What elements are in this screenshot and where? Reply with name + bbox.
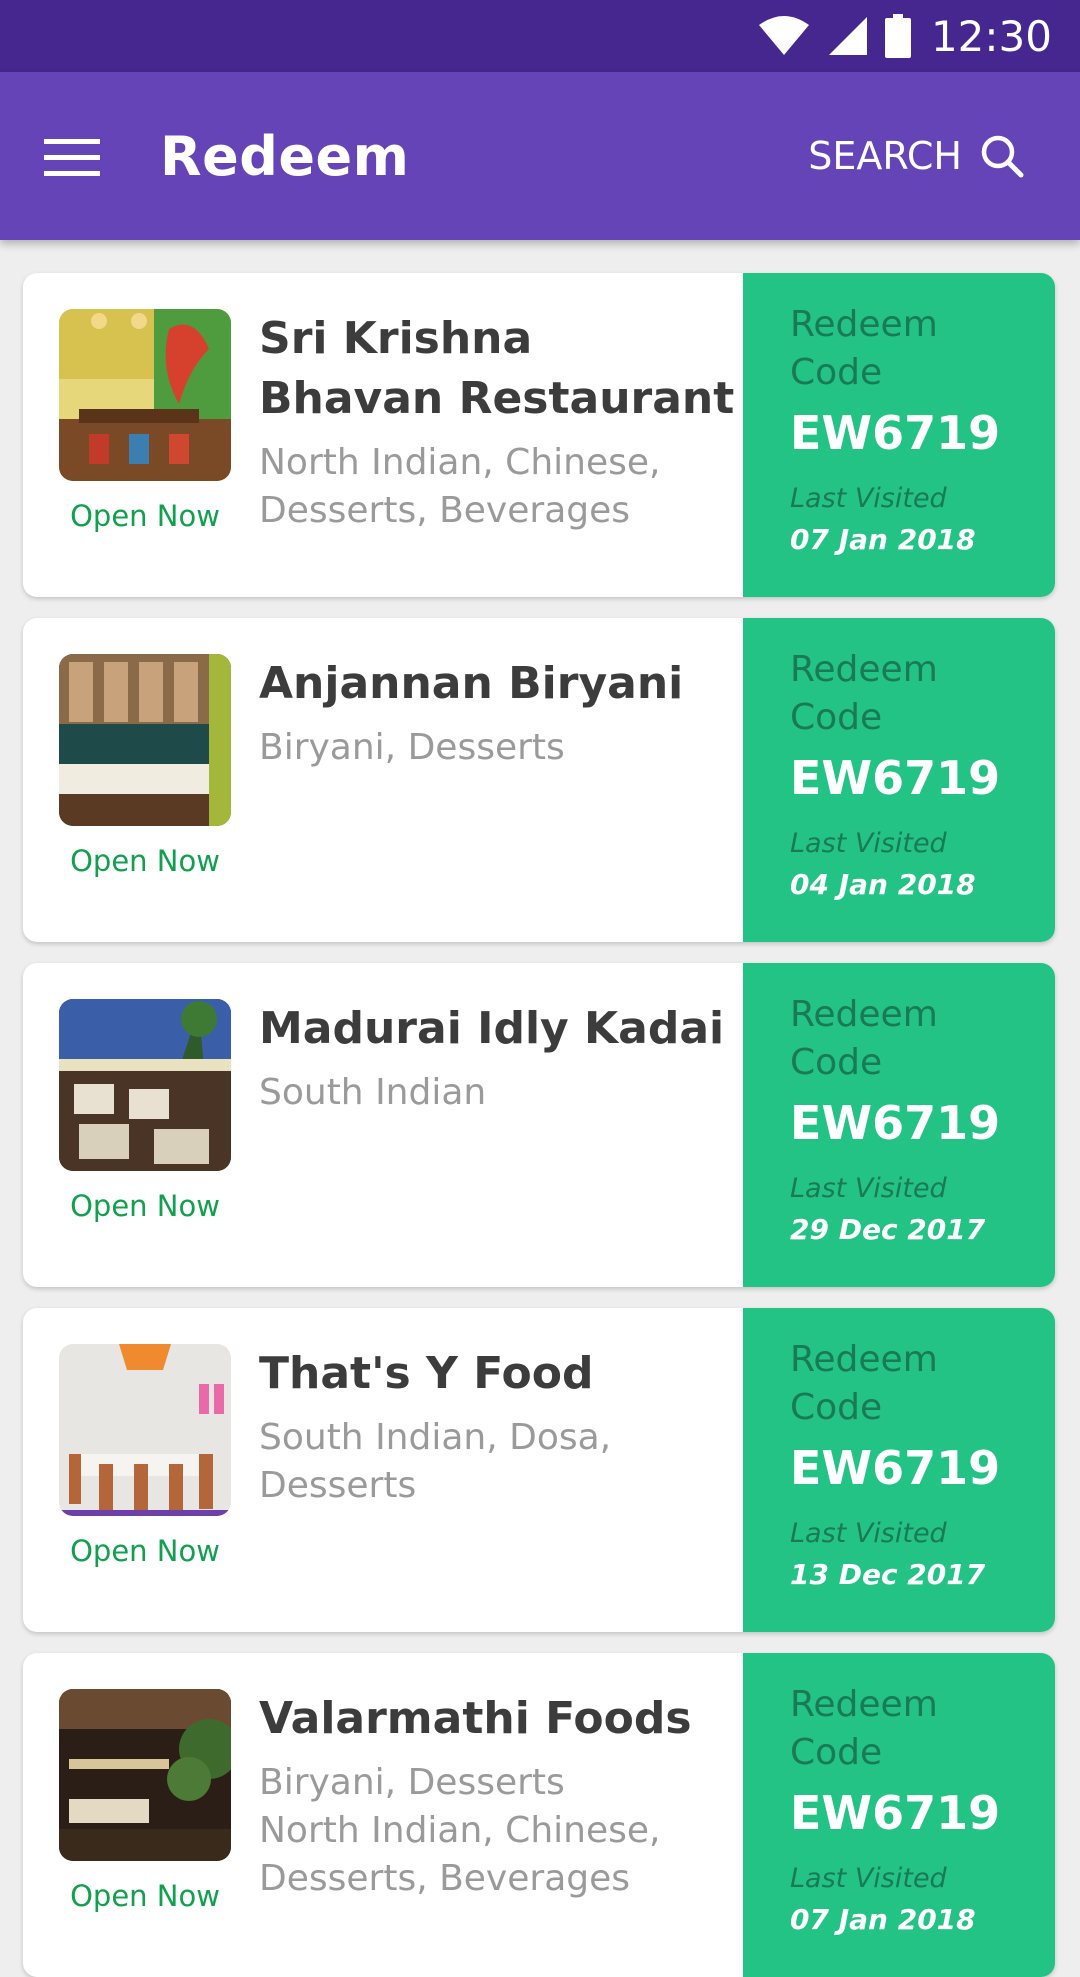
redeem-label-line: Code xyxy=(790,1732,883,1773)
search-icon xyxy=(981,135,1024,178)
signal-icon xyxy=(828,17,867,55)
restaurant-card[interactable]: Open Now Madurai Idly Kadai South Indian… xyxy=(23,963,1055,1287)
restaurant-card[interactable]: Open Now Sri Krishna Bhavan Restaurant N… xyxy=(23,273,1055,597)
redeem-code-panel[interactable]: Redeem Code EW6719 Last Visited 07 Jan 2… xyxy=(743,273,1055,597)
redeem-code-panel[interactable]: Redeem Code EW6719 Last Visited 29 Dec 2… xyxy=(743,963,1055,1287)
redeem-code-panel[interactable]: Redeem Code EW6719 Last Visited 04 Jan 2… xyxy=(743,618,1055,942)
restaurant-info: Valarmathi Foods Biryani, Desserts North… xyxy=(259,1689,739,1903)
redeem-code-value: EW6719 xyxy=(790,1096,1001,1150)
restaurant-info: Sri Krishna Bhavan Restaurant North Indi… xyxy=(259,309,739,535)
redeem-label-line: Code xyxy=(790,352,883,393)
last-visited-date: 04 Jan 2018 xyxy=(790,868,976,901)
redeem-code-value: EW6719 xyxy=(790,1441,1001,1495)
menu-icon xyxy=(44,139,100,176)
restaurant-name: Anjannan Biryani xyxy=(259,654,739,714)
restaurant-name: That's Y Food xyxy=(259,1344,739,1404)
restaurant-photo xyxy=(59,999,231,1171)
cuisine-line: South Indian xyxy=(259,1072,487,1113)
restaurant-name-line: Anjannan Biryani xyxy=(259,658,684,709)
restaurant-name-line: Sri Krishna xyxy=(259,313,533,364)
restaurant-info: Anjannan Biryani Biryani, Desserts xyxy=(259,654,739,772)
redeem-code-value: EW6719 xyxy=(790,1786,1001,1840)
redeem-code-label: Redeem Code xyxy=(790,1681,1055,1777)
battery-icon xyxy=(884,14,911,58)
restaurant-card[interactable]: Open Now Anjannan Biryani Biryani, Desse… xyxy=(23,618,1055,942)
last-visited-date: 07 Jan 2018 xyxy=(790,523,976,556)
redeem-label-line: Redeem xyxy=(790,994,938,1035)
page-title: Redeem xyxy=(160,124,410,188)
restaurant-name: Valarmathi Foods xyxy=(259,1689,739,1749)
redeem-label-line: Code xyxy=(790,1387,883,1428)
redeem-code-label: Redeem Code xyxy=(790,1336,1055,1432)
wifi-icon xyxy=(758,16,809,55)
restaurant-name-line: Valarmathi Foods xyxy=(259,1693,692,1744)
redeem-label-line: Redeem xyxy=(790,649,938,690)
restaurant-card[interactable]: Open Now That's Y Food South Indian, Dos… xyxy=(23,1308,1055,1632)
redeem-code-panel[interactable]: Redeem Code EW6719 Last Visited 13 Dec 2… xyxy=(743,1308,1055,1632)
last-visited-date: 13 Dec 2017 xyxy=(790,1558,986,1591)
search-label: SEARCH xyxy=(808,134,962,178)
restaurant-name: Sri Krishna Bhavan Restaurant xyxy=(259,309,739,429)
cuisine-line: Biryani, Desserts xyxy=(259,1762,565,1803)
open-status: Open Now xyxy=(70,1189,220,1223)
redeem-label-line: Code xyxy=(790,697,883,738)
restaurant-name: Madurai Idly Kadai xyxy=(259,999,739,1059)
last-visited-label: Last Visited xyxy=(790,1518,947,1549)
restaurant-card[interactable]: Open Now Valarmathi Foods Biryani, Desse… xyxy=(23,1653,1055,1977)
cuisine-list: North Indian, Chinese, Desserts, Beverag… xyxy=(259,439,739,535)
redeem-code-value: EW6719 xyxy=(790,751,1001,805)
open-status: Open Now xyxy=(70,1534,220,1568)
cuisine-line: North Indian, Chinese, xyxy=(259,1810,661,1851)
cuisine-list: Biryani, Desserts North Indian, Chinese,… xyxy=(259,1759,739,1903)
restaurant-photo xyxy=(59,1344,231,1516)
restaurant-info: That's Y Food South Indian, Dosa, Desser… xyxy=(259,1344,739,1510)
last-visited-label: Last Visited xyxy=(790,828,947,859)
restaurant-name-line: Bhavan Restaurant xyxy=(259,373,735,424)
restaurant-photo xyxy=(59,654,231,826)
last-visited-date: 07 Jan 2018 xyxy=(790,1903,976,1936)
redeem-code-value: EW6719 xyxy=(790,406,1001,460)
cuisine-line: Desserts, Beverages xyxy=(259,490,631,531)
cuisine-line: Desserts, Beverages xyxy=(259,1858,631,1899)
redeem-code-label: Redeem Code xyxy=(790,301,1055,397)
cuisine-line: North Indian, Chinese, xyxy=(259,442,661,483)
cuisine-line: Biryani, Desserts xyxy=(259,727,565,768)
menu-button[interactable] xyxy=(44,122,124,192)
redeem-label-line: Code xyxy=(790,1042,883,1083)
cuisine-line: South Indian, Dosa, xyxy=(259,1417,612,1458)
last-visited-date: 29 Dec 2017 xyxy=(790,1213,986,1246)
restaurant-name-line: Madurai Idly Kadai xyxy=(259,1003,725,1054)
restaurant-name-line: That's Y Food xyxy=(259,1348,594,1399)
redeem-label-line: Redeem xyxy=(790,1339,938,1380)
open-status: Open Now xyxy=(70,844,220,878)
redeem-label-line: Redeem xyxy=(790,304,938,345)
last-visited-label: Last Visited xyxy=(790,483,947,514)
restaurant-photo xyxy=(59,1689,231,1861)
redeem-code-panel[interactable]: Redeem Code EW6719 Last Visited 07 Jan 2… xyxy=(743,1653,1055,1977)
redeem-code-label: Redeem Code xyxy=(790,991,1055,1087)
redeem-label-line: Redeem xyxy=(790,1684,938,1725)
restaurant-photo xyxy=(59,309,231,481)
redeem-code-label: Redeem Code xyxy=(790,646,1055,742)
search-button[interactable]: SEARCH xyxy=(808,72,1024,240)
app-bar: Redeem SEARCH xyxy=(0,72,1080,240)
cuisine-list: South Indian xyxy=(259,1069,739,1117)
status-time: 12:30 xyxy=(930,11,1052,61)
cuisine-list: Biryani, Desserts xyxy=(259,724,739,772)
last-visited-label: Last Visited xyxy=(790,1863,947,1894)
cuisine-line: Desserts xyxy=(259,1465,417,1506)
open-status: Open Now xyxy=(70,499,220,533)
status-icons: 12:30 xyxy=(757,0,1052,72)
last-visited-label: Last Visited xyxy=(790,1173,947,1204)
cuisine-list: South Indian, Dosa, Desserts xyxy=(259,1414,739,1510)
open-status: Open Now xyxy=(70,1879,220,1913)
status-bar: 12:30 xyxy=(0,0,1080,72)
restaurant-info: Madurai Idly Kadai South Indian xyxy=(259,999,739,1117)
